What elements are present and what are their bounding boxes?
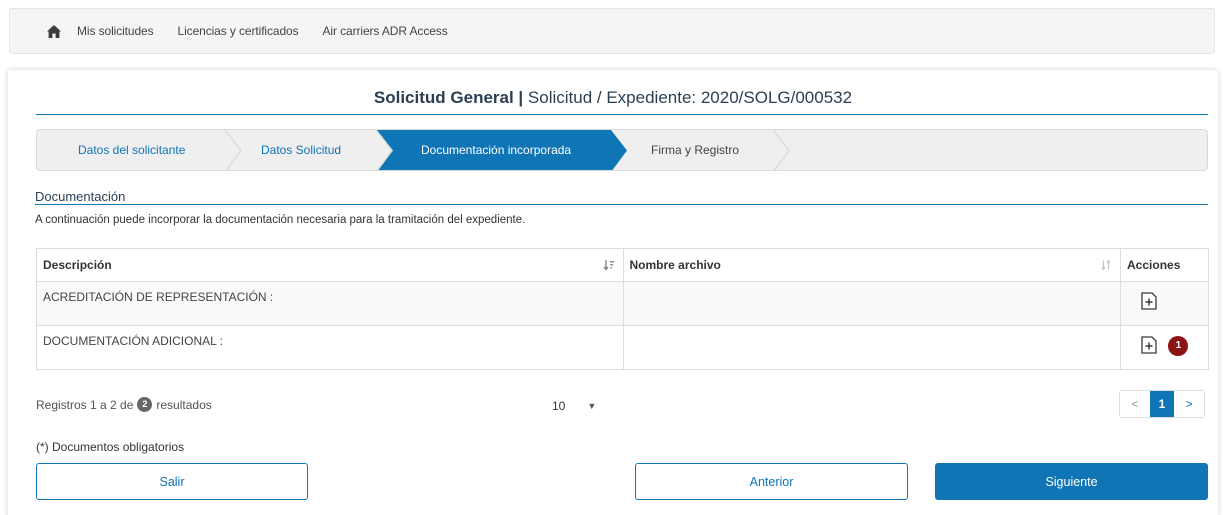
page-title-bold: Solicitud General | [373, 88, 524, 107]
column-header-descripcion[interactable]: Descripción [36, 248, 624, 282]
wizard-steps-graphic [224, 130, 790, 170]
pagination-next-button[interactable]: > [1174, 391, 1204, 417]
sort-asc-icon[interactable] [603, 259, 615, 274]
nav-link-mis-solicitudes[interactable]: Mis solicitudes [77, 24, 154, 38]
add-document-icon[interactable] [1141, 292, 1157, 310]
column-label-nombre-archivo: Nombre archivo [629, 258, 721, 272]
attachment-count-badge[interactable]: 1 [1168, 336, 1189, 356]
section-divider [35, 204, 1208, 205]
pagination: < 1 > [1119, 390, 1205, 418]
page-size-select[interactable]: 10 ▼ [537, 392, 597, 420]
page-title-rest: Solicitud / Expediente: 2020/SOLG/000532 [523, 88, 853, 107]
column-label-descripcion: Descripción [43, 258, 112, 272]
records-count-badge: 2 [137, 397, 153, 412]
sort-both-icon[interactable] [1100, 259, 1112, 274]
page-title: Solicitud General | Solicitud / Expedien… [8, 88, 1218, 108]
wizard-steps: Datos del solicitante Datos Solicitud Do… [36, 129, 1208, 171]
top-nav: Mis solicitudes Licencias y certificados… [9, 8, 1215, 54]
required-note: (*) Documentos obligatorios [36, 440, 185, 454]
section-title: Documentación [35, 189, 126, 204]
title-divider [36, 114, 1208, 115]
nav-link-air-carriers[interactable]: Air carriers ADR Access [323, 24, 448, 38]
step-firma-registro[interactable]: Firma y Registro [651, 143, 739, 157]
add-document-icon[interactable] [1141, 336, 1157, 354]
column-header-acciones: Acciones [1120, 248, 1209, 282]
cell-descripcion: DOCUMENTACIÓN ADICIONAL : [36, 325, 624, 370]
step-datos-solicitante[interactable]: Datos del solicitante [78, 143, 185, 157]
column-label-acciones: Acciones [1127, 258, 1181, 272]
column-header-nombre-archivo[interactable]: Nombre archivo [622, 248, 1122, 282]
records-prefix: Registros 1 a 2 de [36, 397, 134, 412]
pagination-page-1[interactable]: 1 [1150, 391, 1174, 417]
cell-descripcion: ACREDITACIÓN DE REPRESENTACIÓN : [36, 281, 624, 326]
home-icon[interactable] [44, 21, 64, 41]
documents-table: Descripción Nombre archivo Acciones ACRE… [36, 248, 1209, 370]
cell-nombre-archivo [622, 325, 1122, 370]
records-info: Registros 1 a 2 de 2 resultados [36, 397, 212, 412]
back-button[interactable]: Anterior [635, 463, 908, 500]
step-documentacion[interactable]: Documentación incorporada [421, 143, 571, 157]
table-header-row: Descripción Nombre archivo Acciones [36, 248, 1209, 282]
step-datos-solicitud[interactable]: Datos Solicitud [261, 143, 341, 157]
exit-button[interactable]: Salir [36, 463, 308, 500]
next-button[interactable]: Siguiente [935, 463, 1208, 500]
table-row: ACREDITACIÓN DE REPRESENTACIÓN : [36, 281, 1209, 326]
pagination-prev-button[interactable]: < [1120, 391, 1150, 417]
page-size-value: 10 [552, 399, 566, 413]
nav-link-licencias[interactable]: Licencias y certificados [178, 24, 299, 38]
caret-down-icon: ▼ [587, 401, 597, 411]
table-row: DOCUMENTACIÓN ADICIONAL : 1 [36, 325, 1209, 370]
cell-acciones: 1 [1120, 325, 1209, 370]
section-intro: A continuación puede incorporar la docum… [35, 214, 526, 226]
cell-nombre-archivo [622, 281, 1122, 326]
cell-acciones [1120, 281, 1209, 326]
records-suffix: resultados [156, 397, 212, 412]
main-card: Solicitud General | Solicitud / Expedien… [8, 70, 1218, 515]
